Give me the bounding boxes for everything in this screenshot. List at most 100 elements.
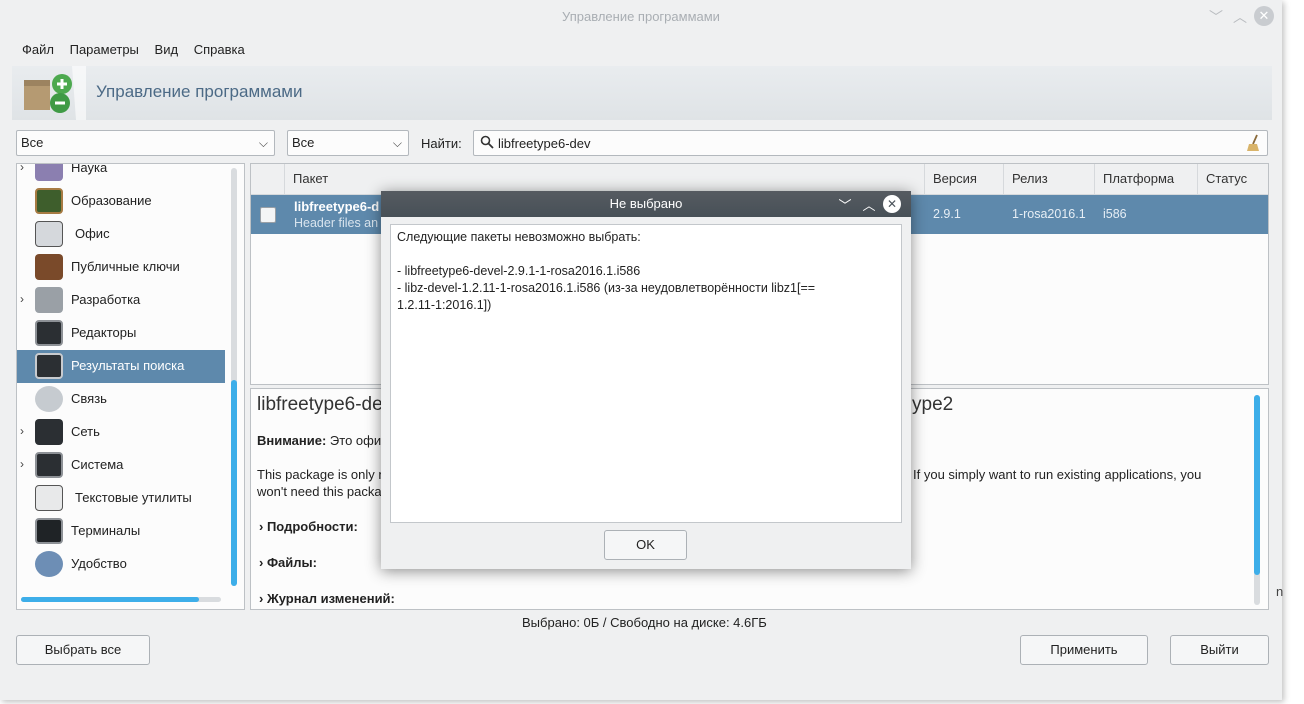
package-summary: Header files an xyxy=(294,216,379,230)
dialog-close-button[interactable]: ✕ xyxy=(883,195,901,213)
expand-arrow-icon[interactable]: › xyxy=(20,457,24,471)
details-section-info[interactable]: › Подробности: xyxy=(259,519,358,534)
package-name: libfreetype6-d xyxy=(294,199,380,214)
clipped-text: n xyxy=(1276,584,1284,599)
search-value: libfreetype6-dev xyxy=(498,136,591,151)
package-version: 2.9.1 xyxy=(933,207,961,221)
expand-arrow-icon[interactable]: › xyxy=(20,424,24,438)
search-icon xyxy=(480,135,494,152)
not-selected-dialog: Не выбрано ﹀ ︿ ✕ Следующие пакеты невозм… xyxy=(381,191,911,569)
menu-view[interactable]: Вид xyxy=(149,38,185,62)
category-label: Наука xyxy=(71,163,108,175)
category-list: › Наука Образование Офис Публичные ключи… xyxy=(16,163,245,610)
search-input[interactable]: libfreetype6-dev xyxy=(473,130,1268,156)
status-filter-select[interactable]: Все ⌵ xyxy=(287,130,409,156)
warning-text: Это офи xyxy=(326,433,382,448)
select-all-button[interactable]: Выбрать все xyxy=(16,635,150,665)
vscrollbar-handle[interactable] xyxy=(1254,395,1260,575)
minimize-button[interactable]: ﹀ xyxy=(1208,9,1224,25)
release-column-header[interactable]: Релиз xyxy=(1004,164,1095,194)
apply-button[interactable]: Применить xyxy=(1020,635,1148,665)
terminal-icon xyxy=(35,518,63,544)
chevron-down-icon: ⌵ xyxy=(258,136,268,150)
category-search-results[interactable]: Результаты поиска xyxy=(17,350,225,383)
category-label: Офис xyxy=(75,226,110,241)
status-column-header[interactable]: Статус xyxy=(1198,164,1268,194)
ok-button[interactable]: OK xyxy=(604,530,687,560)
category-filter-select[interactable]: Все ⌵ xyxy=(16,130,275,156)
dialog-title: Не выбрано xyxy=(381,191,911,217)
category-vscrollbar[interactable] xyxy=(231,168,237,586)
network-icon xyxy=(35,419,63,445)
dialog-maximize-button[interactable]: ︿ xyxy=(861,195,877,214)
pen-icon xyxy=(35,485,63,511)
category-office[interactable]: Офис xyxy=(17,218,227,251)
category-label: Образование xyxy=(71,193,152,208)
category-label: Текстовые утилиты xyxy=(75,490,192,505)
chevron-right-icon: › xyxy=(259,519,267,534)
section-label: Подробности: xyxy=(266,519,358,534)
details-description-2: won't need this packa xyxy=(257,484,382,499)
category-hscrollbar[interactable] xyxy=(21,597,221,602)
tools-icon xyxy=(35,287,63,313)
science-icon xyxy=(35,164,63,181)
vscrollbar-handle[interactable] xyxy=(231,380,237,586)
phone-icon xyxy=(35,386,63,412)
header-banner: Управление программами xyxy=(12,66,1272,120)
package-column-header[interactable]: Пакет xyxy=(285,164,925,194)
menu-file[interactable]: Файл xyxy=(16,38,60,62)
menubar: Файл Параметры Вид Справка xyxy=(16,38,251,62)
details-section-changelog[interactable]: › Журнал изменений: xyxy=(259,591,395,606)
platform-column-header[interactable]: Платформа xyxy=(1095,164,1198,194)
category-communication[interactable]: Связь xyxy=(17,383,227,416)
maximize-button[interactable]: ︿ xyxy=(1232,9,1248,25)
hscrollbar-handle[interactable] xyxy=(21,597,199,602)
details-section-files[interactable]: › Файлы: xyxy=(259,555,317,570)
details-title-end: ype2 xyxy=(912,394,954,415)
section-label: Журнал изменений: xyxy=(266,591,395,606)
package-release: 1-rosa2016.1 xyxy=(1012,207,1086,221)
dialog-package-item: - libz-devel-1.2.11-1-rosa2016.1.i586 (и… xyxy=(397,281,816,295)
category-system[interactable]: › Система xyxy=(17,449,227,482)
details-warning: Внимание: Это офи xyxy=(257,433,381,448)
chevron-right-icon: › xyxy=(259,591,267,606)
category-education[interactable]: Образование xyxy=(17,185,227,218)
category-terminals[interactable]: Терминалы xyxy=(17,515,227,548)
category-network[interactable]: › Сеть xyxy=(17,416,227,449)
quit-button[interactable]: Выйти xyxy=(1170,635,1269,665)
category-label: Терминалы xyxy=(71,523,141,538)
category-label: Публичные ключи xyxy=(71,259,180,274)
category-editors[interactable]: Редакторы xyxy=(17,317,227,350)
menu-settings[interactable]: Параметры xyxy=(64,38,145,62)
category-label: Редакторы xyxy=(71,325,137,340)
details-description: This package is only n xyxy=(257,467,386,482)
expand-arrow-icon[interactable]: › xyxy=(20,292,24,306)
expand-arrow-icon[interactable]: › xyxy=(20,164,24,174)
star-monitor-icon xyxy=(35,353,63,379)
category-label: Удобство xyxy=(71,556,127,571)
details-title: libfreetype6-de xyxy=(257,394,383,415)
category-label: Система xyxy=(71,457,124,472)
clear-icon[interactable] xyxy=(1246,134,1262,155)
dialog-minimize-button[interactable]: ﹀ xyxy=(837,195,853,214)
details-description-end: If you simply want to run existing appli… xyxy=(913,467,1202,482)
category-text-utils[interactable]: Текстовые утилиты xyxy=(17,482,227,515)
category-science[interactable]: › Наука xyxy=(17,163,227,185)
dialog-message-line: Следующие пакеты невозможно выбрать: xyxy=(397,230,641,244)
dialog-package-item-cont: 1.2.11-1:2016.1]) xyxy=(397,298,492,312)
menu-help[interactable]: Справка xyxy=(188,38,251,62)
window-title: Управление программами xyxy=(562,9,720,24)
key-icon xyxy=(35,254,63,280)
category-accessibility[interactable]: Удобство xyxy=(17,548,227,581)
category-public-keys[interactable]: Публичные ключи xyxy=(17,251,227,284)
close-button[interactable]: ✕ xyxy=(1254,6,1274,26)
details-vscrollbar[interactable] xyxy=(1254,395,1260,605)
office-icon xyxy=(35,221,63,247)
version-column-header[interactable]: Версия xyxy=(925,164,1004,194)
category-development[interactable]: › Разработка xyxy=(17,284,227,317)
banner-title: Управление программами xyxy=(96,82,303,101)
monitor-icon xyxy=(35,320,63,346)
category-filter-value: Все xyxy=(21,135,44,150)
package-platform: i586 xyxy=(1103,207,1127,221)
package-checkbox[interactable] xyxy=(260,207,276,223)
